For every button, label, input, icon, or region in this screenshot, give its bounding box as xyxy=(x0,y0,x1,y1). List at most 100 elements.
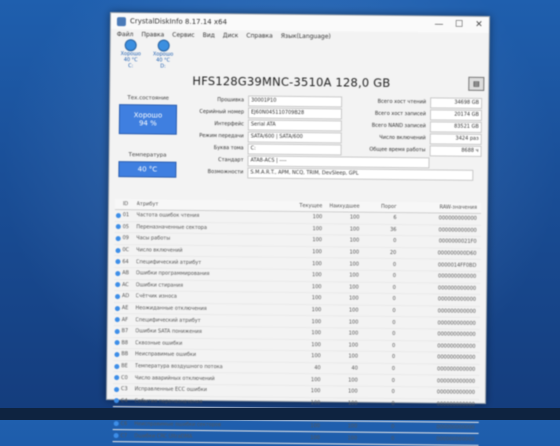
disk-menu-button[interactable]: ▤ xyxy=(468,76,485,91)
transfer-label: Режим передачи xyxy=(199,132,244,140)
attr-current: 100 xyxy=(311,341,321,349)
power-count-label: Число включений xyxy=(379,134,426,142)
interface-label: Интерфейс xyxy=(214,121,244,128)
attr-current: 100 xyxy=(312,260,322,267)
attr-name: Ошибки SATA понижения xyxy=(135,328,202,336)
drive-button-c[interactable]: Хорошо 40 °C C: xyxy=(120,39,141,69)
status-dot-icon xyxy=(115,236,123,242)
col-current[interactable]: Текущее xyxy=(287,203,324,209)
status-dot-icon xyxy=(113,398,121,404)
col-id[interactable]: ID xyxy=(123,201,137,207)
table-row[interactable]: C7 Ошибки CRC UltraDMA 100 100 0 000000000000 xyxy=(112,430,479,446)
attr-current: 40 xyxy=(314,365,321,372)
attr-threshold: 0 xyxy=(391,377,395,384)
features-value: S.M.A.R.T., APM, NCQ, TRIM, DevSleep, GP… xyxy=(247,166,474,181)
drive-toolbar: Хорошо 40 °C C: Хорошо 40 °C D: xyxy=(111,39,489,70)
temperature-label: Температура xyxy=(128,152,167,159)
menu-disk[interactable]: Диск xyxy=(223,32,239,39)
col-threshold[interactable]: Порог xyxy=(362,204,399,210)
attr-threshold: 6 xyxy=(393,215,397,222)
attr-worst: 100 xyxy=(349,214,360,221)
attr-name: Неисправимые ошибки секторов xyxy=(134,421,222,429)
attr-worst: 100 xyxy=(349,261,359,268)
features-label: Возможности xyxy=(207,169,244,176)
writes-value: 20174 GB xyxy=(429,108,483,121)
menu-file[interactable]: Файл xyxy=(117,31,134,38)
attr-threshold: 36 xyxy=(390,226,397,233)
attr-threshold: 0 xyxy=(392,284,396,291)
col-raw[interactable]: RAW-значения xyxy=(399,204,481,211)
window-title: CrystalDiskInfo 8.17.14 x64 xyxy=(129,17,228,27)
nand-value: 83521 GB xyxy=(429,120,482,133)
standard-label: Стандарт xyxy=(218,157,244,164)
status-dot-icon xyxy=(114,305,122,311)
attr-id: B8 xyxy=(121,339,129,347)
attr-worst: 100 xyxy=(348,388,358,395)
menu-help[interactable]: Справка xyxy=(246,32,273,39)
attr-worst: 100 xyxy=(348,330,359,337)
drive-button-d[interactable]: Хорошо 40 °C D: xyxy=(153,39,174,70)
attr-worst: 100 xyxy=(348,307,359,314)
status-dot-icon xyxy=(124,39,137,52)
attr-id: AF xyxy=(121,316,128,323)
power-count-value: 3424 раз xyxy=(429,132,482,145)
attr-name: Ошибки CRC UltraDMA xyxy=(134,432,193,440)
attr-threshold: 20 xyxy=(389,250,397,257)
attr-current: 100 xyxy=(311,318,322,325)
attr-current: 100 xyxy=(310,423,321,430)
col-attribute[interactable]: Атрибут xyxy=(137,201,288,209)
maximize-button[interactable]: ☐ xyxy=(449,20,469,30)
attr-threshold: 0 xyxy=(391,435,395,442)
attr-worst: 100 xyxy=(347,435,358,442)
attr-name: Переназначенные сектора xyxy=(136,224,207,231)
attr-id: C6 xyxy=(120,421,128,428)
status-dot-icon xyxy=(114,282,122,288)
attr-raw: 000000000000 xyxy=(436,424,475,431)
attr-threshold: 0 xyxy=(392,319,396,326)
attr-threshold: 0 xyxy=(392,273,397,280)
attr-id: 01 xyxy=(122,212,130,219)
attr-name: Ошибки стирания xyxy=(135,282,184,289)
status-dot-icon xyxy=(115,224,123,230)
taskbar xyxy=(0,408,560,420)
menu-service[interactable]: Сервис xyxy=(172,31,195,38)
attr-id: AB xyxy=(122,270,130,277)
attr-id: AE xyxy=(121,305,129,312)
attr-current: 100 xyxy=(312,226,323,233)
menu-view[interactable]: Вид xyxy=(203,31,215,38)
attr-name: Ошибки программирования xyxy=(135,270,210,278)
attr-threshold: 0 xyxy=(392,261,397,268)
attr-raw: 000000000000 xyxy=(437,308,476,315)
disk-model: HFS128G39MNC-3510A 128,0 GB xyxy=(192,73,391,90)
temperature-value: 40 °C xyxy=(137,165,158,174)
attr-name: Неисправимые ошибки xyxy=(134,351,197,359)
status-dot-icon xyxy=(113,352,121,358)
attr-id: C7 xyxy=(120,432,128,439)
health-label: Тех.состояние xyxy=(127,95,169,102)
attr-name: Число включений xyxy=(136,247,183,254)
menu-edit[interactable]: Правка xyxy=(141,31,164,38)
attr-name: Неожиданные отключения xyxy=(135,305,207,313)
col-worst[interactable]: Наихудшее xyxy=(324,203,361,209)
menu-language[interactable]: Язык(Language) xyxy=(281,32,331,40)
attr-worst: 100 xyxy=(349,249,360,256)
reads-label: Всего хост чтений xyxy=(377,98,427,106)
volume-letter-value: C: xyxy=(247,142,342,155)
attr-current: 100 xyxy=(310,399,321,407)
attr-raw: 000000000000 xyxy=(437,296,477,304)
attr-threshold: 0 xyxy=(391,389,395,396)
attr-worst: 100 xyxy=(347,423,358,430)
attr-id: BE xyxy=(121,363,128,370)
close-button[interactable]: ✕ xyxy=(469,20,489,30)
health-status-badge[interactable]: Хорошо 94 % xyxy=(118,104,178,135)
attr-raw: 000000000000 xyxy=(437,343,476,350)
serial-label: Серийный номер xyxy=(199,108,245,116)
attr-id: 64 xyxy=(122,258,129,265)
attr-current: 100 xyxy=(312,249,322,256)
model-header: HFS128G39MNC-3510A 128,0 GB ▤ xyxy=(192,70,485,95)
minimize-button[interactable]: — xyxy=(429,19,449,29)
attr-raw: 000000000000 xyxy=(437,320,476,327)
temperature-badge[interactable]: 40 °C xyxy=(118,161,177,178)
nand-label: Всего NAND записей xyxy=(371,122,426,130)
status-dot-icon xyxy=(113,375,121,381)
